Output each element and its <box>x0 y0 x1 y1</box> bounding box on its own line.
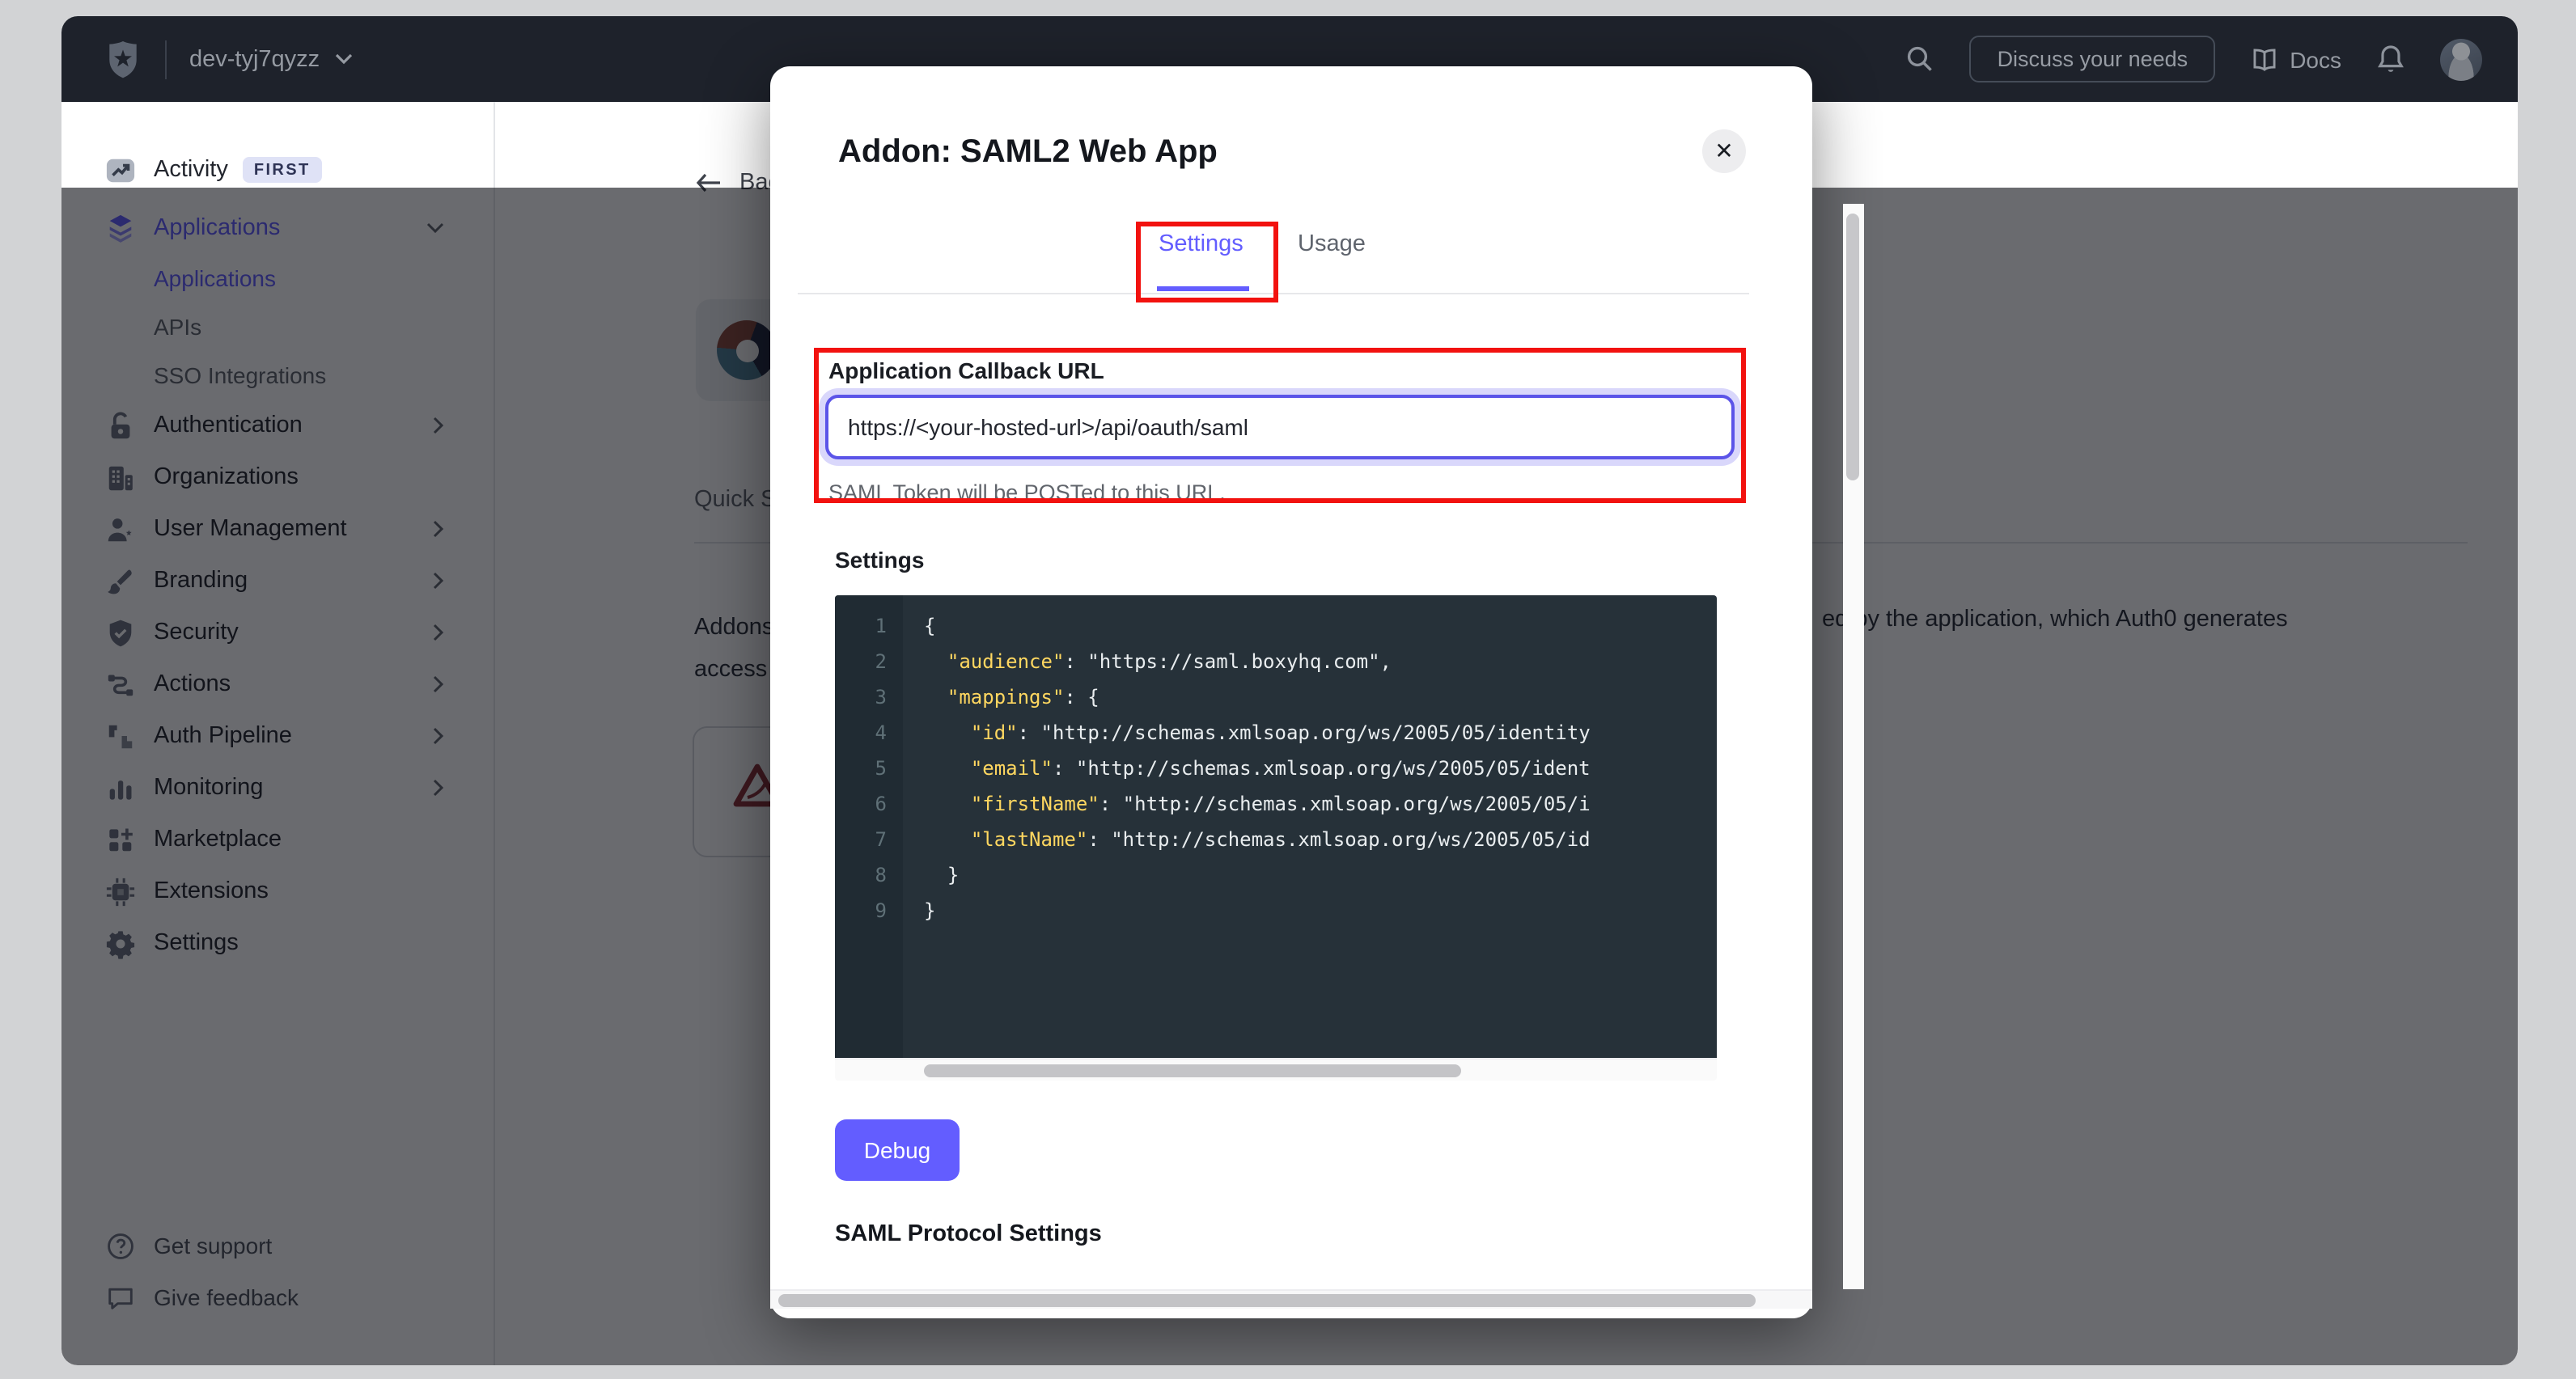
book-icon <box>2251 46 2278 72</box>
tab-settings[interactable]: Settings <box>1159 231 1244 257</box>
sidebar-item-label: Activity <box>154 157 228 183</box>
code-line-4: "id": "http://schemas.xmlsoap.org/ws/200… <box>924 715 1717 751</box>
settings-json-label: Settings <box>835 547 924 573</box>
app-window: dev-tyj7qyzz Discuss your needs Docs <box>61 16 2518 1365</box>
callback-url-helper: SAML Token will be POSTed to this URL. <box>828 480 1226 505</box>
chevron-down-icon <box>334 53 352 65</box>
topbar-right: Discuss your needs Docs <box>1907 16 2482 102</box>
active-tab-underline <box>1157 286 1249 291</box>
auth0-logo-icon[interactable] <box>104 38 142 80</box>
settings-json-editor[interactable]: 123456789 { "audience": "https://saml.bo… <box>835 595 1717 1081</box>
topbar-divider <box>165 40 167 78</box>
debug-button[interactable]: Debug <box>835 1119 960 1181</box>
tenant-switcher[interactable]: dev-tyj7qyzz <box>189 46 352 72</box>
editor-line-numbers: 123456789 <box>835 595 903 1058</box>
modal-vertical-scrollbar-thumb[interactable] <box>1846 214 1859 480</box>
notifications-bell-icon[interactable] <box>2377 44 2404 74</box>
tabs-divider <box>798 293 1749 294</box>
editor-code[interactable]: { "audience": "https://saml.boxyhq.com",… <box>903 595 1717 1058</box>
modal-horizontal-scrollbar-thumb[interactable] <box>778 1294 1756 1307</box>
code-line-7: "lastName": "http://schemas.xmlsoap.org/… <box>924 822 1717 857</box>
activity-icon <box>105 154 136 185</box>
tenant-name: dev-tyj7qyzz <box>189 46 320 72</box>
modal-title: Addon: SAML2 Web App <box>838 134 1218 171</box>
editor-horizontal-scrollbar[interactable] <box>835 1058 1717 1081</box>
tab-usage[interactable]: Usage <box>1298 231 1366 257</box>
code-line-2: "audience": "https://saml.boxyhq.com", <box>924 644 1717 679</box>
screen: dev-tyj7qyzz Discuss your needs Docs <box>0 0 2576 1379</box>
saml-protocol-settings-heading: SAML Protocol Settings <box>835 1221 1102 1247</box>
topbar-left: dev-tyj7qyzz <box>104 16 352 102</box>
code-line-3: "mappings": { <box>924 679 1717 715</box>
search-icon[interactable] <box>1907 45 1934 73</box>
callback-url-label: Application Callback URL <box>828 357 1104 383</box>
close-icon[interactable]: ✕ <box>1702 129 1746 173</box>
callback-url-input[interactable] <box>825 395 1735 459</box>
modal-vertical-scrollbar[interactable] <box>1843 204 1864 1289</box>
user-avatar[interactable] <box>2440 38 2482 80</box>
docs-label: Docs <box>2290 46 2341 72</box>
modal-horizontal-scrollbar[interactable] <box>770 1289 1812 1309</box>
docs-link[interactable]: Docs <box>2251 46 2341 72</box>
code-line-6: "firstName": "http://schemas.xmlsoap.org… <box>924 786 1717 822</box>
first-badge: FIRST <box>243 157 322 183</box>
code-line-9: } <box>924 893 1717 928</box>
code-line-1: { <box>924 608 1717 644</box>
addon-saml2-modal: Addon: SAML2 Web App ✕ Settings Usage Ap… <box>770 66 1812 1318</box>
editor-surface: 123456789 { "audience": "https://saml.bo… <box>835 595 1717 1058</box>
code-line-5: "email": "http://schemas.xmlsoap.org/ws/… <box>924 751 1717 786</box>
editor-scrollbar-thumb[interactable] <box>924 1064 1461 1077</box>
discuss-your-needs-button[interactable]: Discuss your needs <box>1970 36 2216 82</box>
code-line-8: } <box>924 857 1717 893</box>
